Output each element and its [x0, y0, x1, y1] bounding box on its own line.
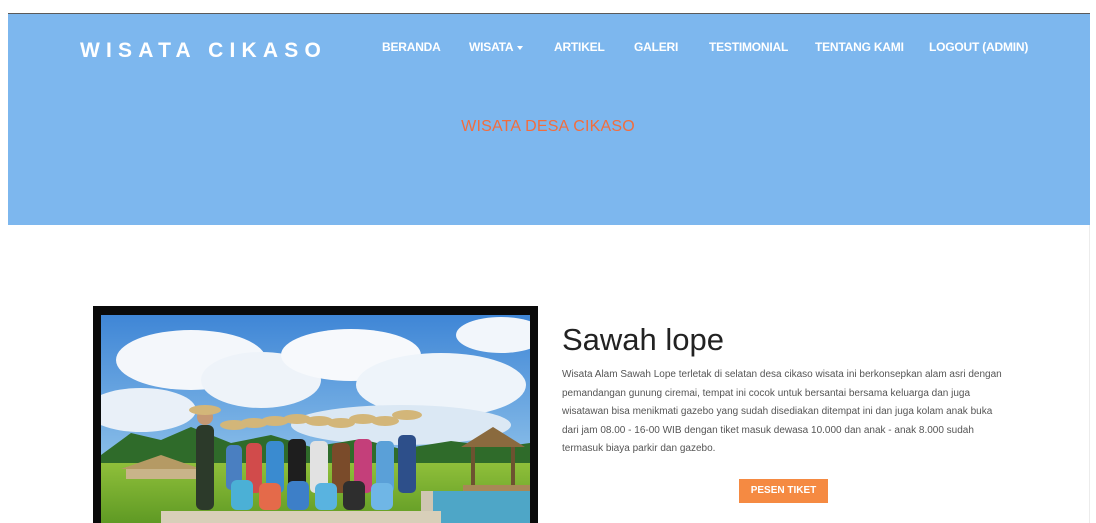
destination-photo — [101, 315, 530, 523]
nav-item-wisata-label: WISATA — [469, 40, 514, 54]
nav-item-testimonial[interactable]: TESTIMONIAL — [709, 40, 788, 54]
nav-item-artikel[interactable]: ARTIKEL — [554, 40, 605, 54]
nav-item-wisata[interactable]: WISATA — [469, 40, 524, 54]
book-ticket-button[interactable]: PESEN TIKET — [739, 479, 828, 503]
destination-description: Wisata Alam Sawah Lope terletak di selat… — [562, 369, 1002, 454]
nav-item-beranda[interactable]: BERANDA — [382, 40, 441, 54]
hero-title: WISATA DESA CIKASO — [461, 118, 635, 135]
destination-title: Sawah lope — [562, 322, 725, 357]
destination-photo-frame — [93, 306, 538, 523]
sawah-lope-image — [101, 315, 530, 523]
nav-item-logout[interactable]: LOGOUT (ADMIN) — [929, 40, 1028, 54]
main-nav: BERANDA WISATA ARTIKEL GALERI TESTIMONIA… — [0, 40, 1096, 54]
nav-item-tentang-kami[interactable]: TENTANG KAMI — [815, 40, 904, 54]
chevron-down-icon — [517, 45, 524, 50]
nav-item-galeri[interactable]: GALERI — [634, 40, 678, 54]
